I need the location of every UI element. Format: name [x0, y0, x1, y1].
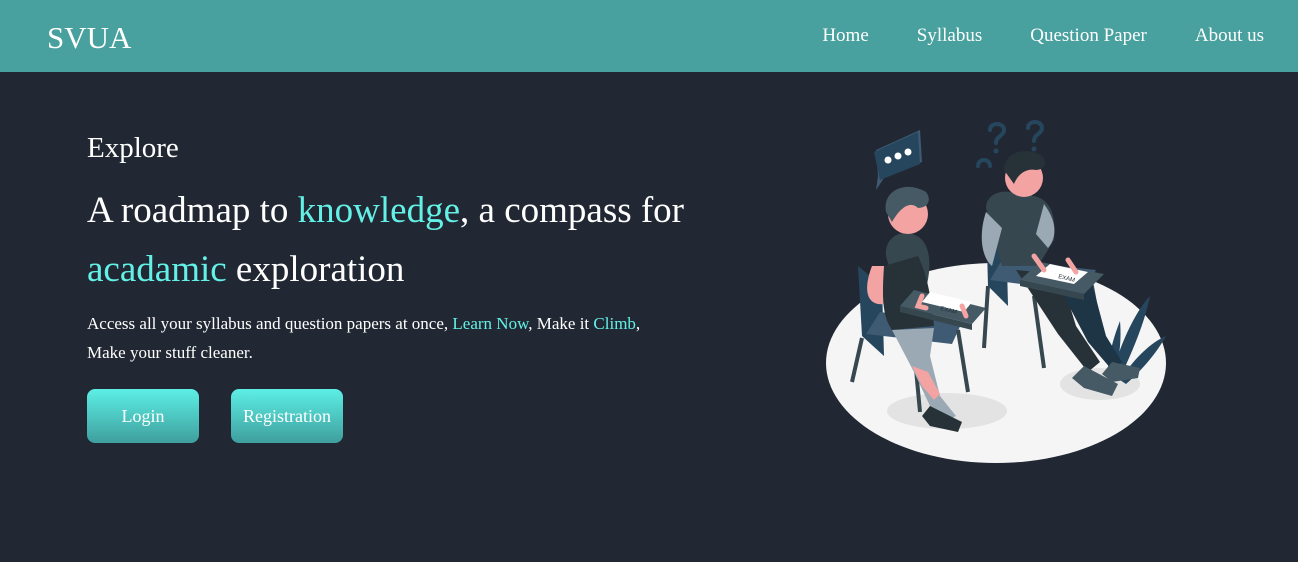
hero-headline: A roadmap to knowledge, a compass for ac…	[87, 181, 707, 299]
learn-now-link[interactable]: Learn Now	[452, 314, 528, 333]
headline-text: A roadmap to	[87, 190, 298, 231]
hero-buttons: Login Registration	[87, 389, 343, 443]
students-exam-illustration: EXAM EXAM	[826, 120, 1166, 463]
hero-description: Access all your syllabus and question pa…	[87, 309, 677, 367]
hero-eyebrow: Explore	[87, 132, 179, 164]
headline-highlight-academic: acadamic	[87, 249, 227, 290]
speech-bubble-icon	[874, 130, 922, 190]
hero-section: Explore A roadmap to knowledge, a compas…	[87, 126, 707, 367]
nav-home-link[interactable]: Home	[822, 24, 868, 48]
headline-highlight-knowledge: knowledge	[297, 190, 461, 231]
climb-link[interactable]: Climb	[593, 314, 636, 333]
nav-syllabus-link[interactable]: Syllabus	[917, 24, 982, 48]
description-text: , Make it	[528, 314, 594, 333]
nav-question-paper-link[interactable]: Question Paper	[1030, 24, 1147, 48]
headline-text: , a compass for	[460, 190, 685, 231]
login-button[interactable]: Login	[87, 389, 199, 443]
brand-logo[interactable]: SVUA	[47, 20, 131, 56]
headline-text: exploration	[226, 249, 405, 290]
description-text: Access all your syllabus and question pa…	[87, 314, 453, 333]
top-navbar: SVUA Home Syllabus Question Paper About …	[0, 0, 1298, 72]
registration-button[interactable]: Registration	[231, 389, 343, 443]
nav-about-link[interactable]: About us	[1195, 24, 1264, 48]
main-nav: Home Syllabus Question Paper About us	[774, 0, 1264, 72]
